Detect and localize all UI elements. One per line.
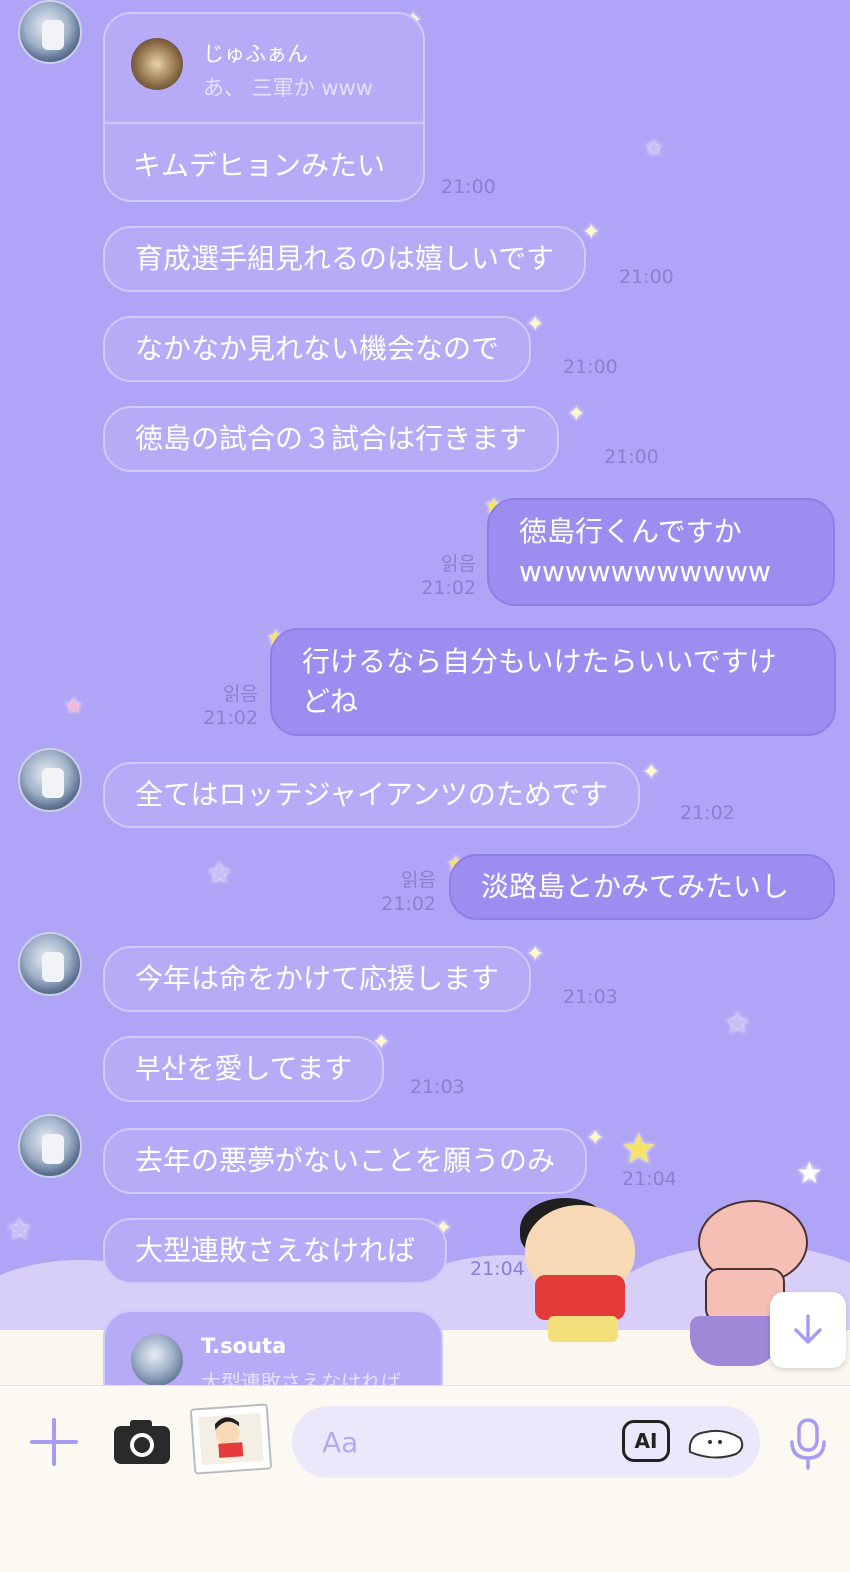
message-text: 行けるなら自分もいけたらいいですけ xyxy=(302,645,777,678)
avatar xyxy=(131,1334,183,1385)
scroll-down-button[interactable] xyxy=(770,1292,846,1368)
message-text: なかなか見れない機会なので xyxy=(135,332,500,365)
message-bubble[interactable]: 淡路島とかみてみたいし xyxy=(449,854,835,920)
emoji-sticker-icon[interactable] xyxy=(684,1424,746,1462)
read-label: 읽음 xyxy=(223,683,258,705)
message-time: 21:00 xyxy=(619,266,674,288)
sticker-icon[interactable] xyxy=(189,1403,273,1475)
star-icon: ★ xyxy=(64,694,84,719)
message-text: 全てはロッテジャイアンツのためです xyxy=(135,778,608,811)
input-bar: Aa AI xyxy=(0,1385,850,1572)
message-bubble[interactable]: 去年の悪夢がないことを願うのみ xyxy=(103,1128,588,1194)
reply-preview[interactable]: T.souta 大型連敗さえなければ xyxy=(103,1310,443,1385)
message-text: 大型連敗さえなければ xyxy=(135,1234,416,1267)
quoted-message-text: あ、 三軍か www xyxy=(203,76,373,100)
message-time: 21:00 xyxy=(604,446,659,468)
character-decoration xyxy=(690,1316,780,1366)
quote-divider xyxy=(105,122,423,124)
message-text: どね xyxy=(302,685,359,718)
message-text: wwwwwwwwwww xyxy=(519,555,771,588)
star-icon: ✦ xyxy=(586,1126,605,1151)
arrow-down-icon xyxy=(794,1314,822,1344)
message-text: 淡路島とかみてみたいし xyxy=(481,870,790,903)
character-decoration xyxy=(535,1275,625,1320)
message-text: 부산を愛してます xyxy=(135,1052,353,1085)
quoted-user-name: じゅふぁん xyxy=(203,42,308,66)
message-time: 21:04 xyxy=(470,1258,525,1280)
message-bubble[interactable]: 行けるなら自分もいけたらいいですけ どね xyxy=(270,628,836,736)
reply-message-bubble[interactable]: じゅふぁん あ、 三軍か www キムデヒョンみたい xyxy=(103,12,425,202)
message-text: キムデヒョンみたい xyxy=(133,149,386,182)
message-time: 21:03 xyxy=(410,1076,465,1098)
message-time: 21:00 xyxy=(563,356,618,378)
star-icon: ★ xyxy=(644,136,664,161)
message-time: 21:00 xyxy=(441,176,496,198)
message-input-placeholder: Aa xyxy=(322,1425,359,1459)
read-label: 읽음 xyxy=(441,553,476,575)
microphone-icon[interactable] xyxy=(788,1416,828,1472)
plus-icon[interactable] xyxy=(28,1416,80,1468)
message-bubble[interactable]: 今年は命をかけて応援します xyxy=(103,946,532,1012)
message-text: 去年の悪夢がないことを願うのみ xyxy=(135,1144,556,1177)
message-bubble[interactable]: なかなか見れない機会なので xyxy=(103,316,532,382)
message-bubble[interactable]: 徳島行くんですか wwwwwwwwwww xyxy=(487,498,835,606)
message-time: 21:02 xyxy=(381,893,436,915)
read-label: 읽음 xyxy=(401,869,436,891)
avatar[interactable] xyxy=(18,748,82,812)
read-receipt: 읽음 21:02 xyxy=(400,552,476,600)
message-bubble[interactable]: 育成選手組見れるのは嬉しいです xyxy=(103,226,587,292)
message-bubble[interactable]: 徳島の試合の３試合は行きます xyxy=(103,406,560,472)
message-bubble[interactable]: 全てはロッテジャイアンツのためです xyxy=(103,762,640,828)
star-icon: ★ xyxy=(206,856,233,891)
message-time: 21:02 xyxy=(680,802,735,824)
avatar[interactable] xyxy=(18,0,82,64)
message-time: 21:02 xyxy=(203,707,258,729)
message-time: 21:04 xyxy=(622,1168,677,1190)
message-text: 今年は命をかけて応援します xyxy=(135,962,500,995)
message-bubble[interactable]: 大型連敗さえなければ xyxy=(103,1218,448,1284)
ai-icon[interactable]: AI xyxy=(622,1420,670,1462)
message-time: 21:03 xyxy=(563,986,618,1008)
star-icon: ✦ xyxy=(567,402,586,427)
reply-preview-text: 大型連敗さえなければ xyxy=(201,1370,401,1385)
character-decoration xyxy=(548,1316,618,1342)
message-text: 徳島の試合の３試合は行きます xyxy=(135,422,528,455)
chat-area[interactable]: ✦ ★ ✦ ✦ ✦ ★ ★ ★ ✦ ★ ★ ✦ ★ ✦ ★ ✦ ★ ★ ✦ じゅ… xyxy=(0,0,850,1385)
message-text: 育成選手組見れるのは嬉しいです xyxy=(135,242,555,275)
camera-icon[interactable] xyxy=(112,1416,172,1466)
star-icon: ★ xyxy=(796,1156,823,1191)
star-icon: ★ xyxy=(620,1124,658,1173)
star-icon: ★ xyxy=(724,1006,751,1041)
reply-preview-name: T.souta xyxy=(201,1334,287,1358)
ai-label: AI xyxy=(634,1429,658,1453)
star-icon: ✦ xyxy=(642,760,661,785)
message-time: 21:02 xyxy=(421,577,476,599)
read-receipt: 읽음 21:02 xyxy=(360,868,436,916)
avatar[interactable] xyxy=(18,1114,82,1178)
avatar[interactable] xyxy=(18,932,82,996)
message-text: 徳島行くんですか xyxy=(519,515,742,548)
quoted-user-avatar xyxy=(131,38,183,90)
star-icon: ✦ xyxy=(582,220,601,245)
star-icon: ★ xyxy=(6,1212,33,1247)
read-receipt: 읽음 21:02 xyxy=(182,682,258,730)
message-bubble[interactable]: 부산を愛してます xyxy=(103,1036,385,1102)
